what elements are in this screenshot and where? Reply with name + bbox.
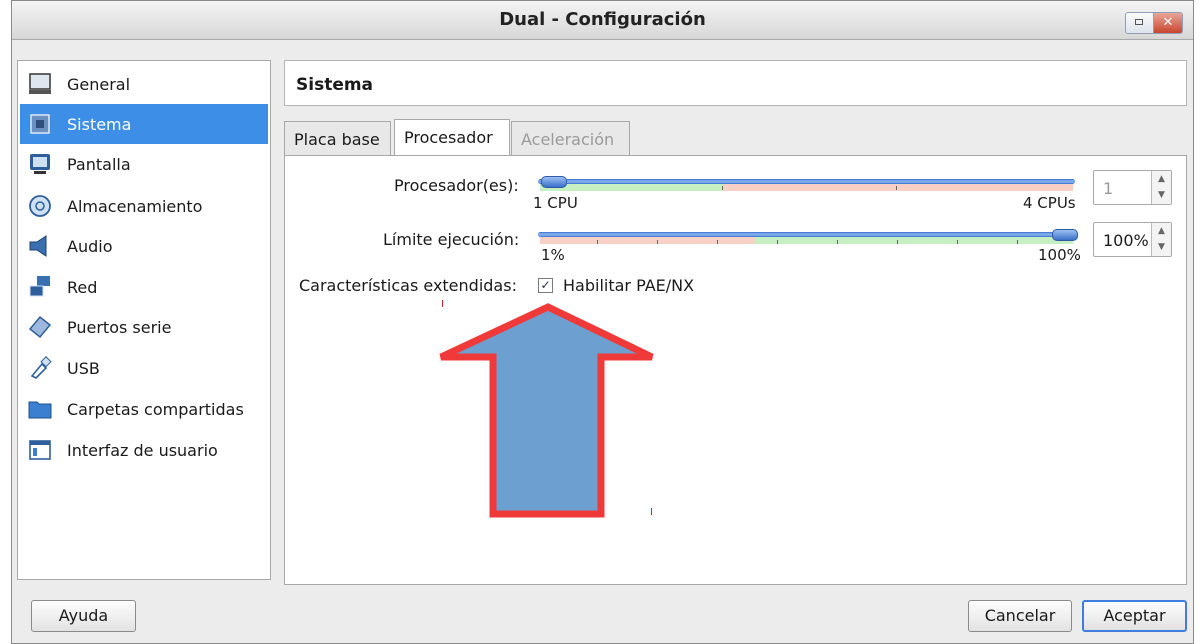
- tab-label: Procesador: [404, 128, 493, 147]
- cancel-button[interactable]: Cancelar: [968, 600, 1072, 632]
- annotation-arrow: [439, 303, 654, 518]
- accept-button[interactable]: Aceptar: [1082, 600, 1187, 632]
- tab-procesador[interactable]: Procesador: [394, 119, 510, 155]
- help-button[interactable]: Ayuda: [31, 600, 136, 632]
